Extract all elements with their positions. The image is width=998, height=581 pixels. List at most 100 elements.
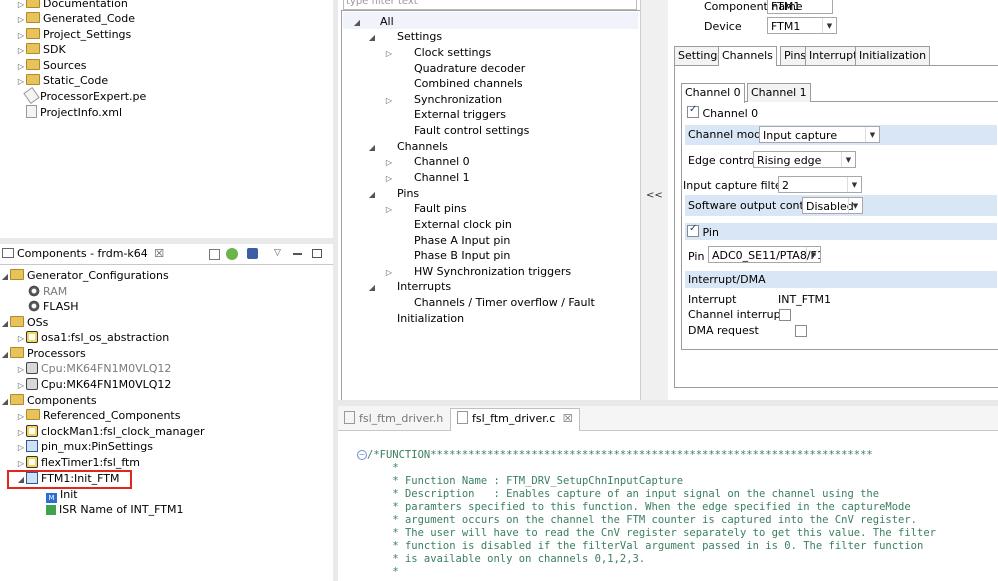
expand-arrow-icon[interactable]: ▷: [16, 362, 26, 377]
tree-item-sdk[interactable]: ▷ SDK: [16, 42, 66, 57]
tree-node-all[interactable]: ◢ All: [352, 14, 394, 29]
editor-tab-h[interactable]: fsl_ftm_driver.h: [344, 410, 443, 428]
expand-arrow-icon[interactable]: ▷: [384, 46, 394, 61]
channel-interrupt-checkbox[interactable]: [779, 309, 791, 321]
code-line[interactable]: * Function Name : FTM_DRV_SetupChnInputC…: [386, 475, 683, 488]
tree-node-phase-a-input-pin[interactable]: Phase A Input pin: [414, 233, 510, 248]
collapse-button[interactable]: <<: [646, 190, 663, 201]
tree-node-phase-b-input-pin[interactable]: Phase B Input pin: [414, 248, 510, 263]
tree-node-interrupts[interactable]: ◢ Interrupts: [367, 279, 451, 294]
code-line[interactable]: * Description : Enables capture of an in…: [386, 488, 879, 501]
tab-channel-0[interactable]: Channel 0: [681, 83, 745, 103]
pin-select[interactable]: ADC0_SE11/PTA8/F1 ▼: [708, 246, 821, 263]
expand-arrow-icon[interactable]: ◢: [0, 394, 10, 409]
tree-item-processors[interactable]: ◢ Processors: [0, 346, 86, 361]
expand-arrow-icon[interactable]: ◢: [367, 30, 377, 45]
input-capture-filter-select[interactable]: 2 ▼: [778, 176, 862, 193]
settings-view-icon[interactable]: [247, 248, 258, 259]
edge-control-select[interactable]: Rising edge ▼: [753, 151, 856, 168]
tree-item-sources[interactable]: ▷ Sources: [16, 58, 87, 73]
expand-arrow-icon[interactable]: ▷: [16, 12, 26, 27]
expand-arrow-icon[interactable]: ▷: [384, 171, 394, 186]
tree-node-channels-timer-overflow-fault[interactable]: Channels / Timer overflow / Fault: [414, 295, 595, 310]
code-line[interactable]: /*FUNCTION******************************…: [367, 449, 873, 462]
chevron-down-icon[interactable]: ▼: [806, 247, 820, 262]
tree-node-hw-sync-triggers[interactable]: ▷ HW Synchronization triggers: [384, 264, 571, 279]
channel0-checkbox[interactable]: [687, 104, 699, 118]
code-line[interactable]: * argument occurs on the channel the FTM…: [386, 514, 917, 527]
channel-mode-select[interactable]: Input capture ▼: [759, 126, 880, 143]
tree-node-channel-0[interactable]: ▷ Channel 0: [384, 154, 470, 169]
code-line[interactable]: * function is disabled if the filterVal …: [386, 540, 923, 553]
tree-item-osa1[interactable]: ▷ osa1:fsl_os_abstraction: [16, 330, 169, 345]
chevron-down-icon[interactable]: ▼: [841, 152, 855, 167]
tree-item-oss[interactable]: ◢ OSs: [0, 315, 48, 330]
expand-arrow-icon[interactable]: ▷: [16, 409, 26, 424]
pin-checkbox[interactable]: [687, 223, 699, 237]
tree-item-generator-configurations[interactable]: ◢ Generator_Configurations: [0, 268, 169, 283]
pin-checkbox-wrapper[interactable]: Pin: [687, 223, 719, 239]
tree-item-cpu-1[interactable]: ▷ Cpu:MK64FN1M0VLQ12: [16, 361, 171, 376]
tree-node-synchronization[interactable]: ▷ Synchronization: [384, 92, 502, 107]
expand-arrow-icon[interactable]: ▷: [16, 59, 26, 74]
view-menu-icon[interactable]: ▽: [274, 248, 281, 258]
chevron-down-icon[interactable]: ▼: [847, 177, 861, 192]
expand-arrow-icon[interactable]: ▷: [384, 155, 394, 170]
expand-arrow-icon[interactable]: ▷: [16, 425, 26, 440]
expand-arrow-icon[interactable]: ▷: [384, 202, 394, 217]
channel0-checkbox-row[interactable]: Channel 0: [687, 104, 758, 120]
fold-toggle-icon[interactable]: −: [357, 450, 367, 460]
tree-node-fault-pins[interactable]: ▷ Fault pins: [384, 201, 467, 216]
expand-arrow-icon[interactable]: ▷: [16, 440, 26, 455]
software-output-control-select[interactable]: Disabled ▼: [802, 197, 863, 214]
tree-node-fault-control-settings[interactable]: Fault control settings: [414, 123, 529, 138]
expand-arrow-icon[interactable]: ▷: [16, 331, 26, 346]
expand-arrow-icon[interactable]: ▷: [16, 28, 26, 43]
tree-node-pins[interactable]: ◢ Pins: [367, 186, 419, 201]
expand-arrow-icon[interactable]: ◢: [352, 15, 362, 30]
tree-item-ram[interactable]: RAM: [28, 284, 67, 299]
code-line[interactable]: * paramters specified to this function. …: [386, 501, 910, 514]
tree-node-external-triggers[interactable]: External triggers: [414, 107, 506, 122]
collapse-all-icon[interactable]: [209, 249, 220, 260]
chevron-down-icon[interactable]: ▼: [822, 18, 836, 33]
tree-item-projectinfo-xml[interactable]: ProjectInfo.xml: [26, 105, 122, 120]
expand-arrow-icon[interactable]: ◢: [367, 140, 377, 155]
expand-arrow-icon[interactable]: ▷: [16, 74, 26, 89]
code-line[interactable]: *: [386, 566, 398, 579]
tree-node-channel-1[interactable]: ▷ Channel 1: [384, 170, 470, 185]
dma-request-checkbox[interactable]: [794, 325, 807, 337]
tree-item-generated-code[interactable]: ▷ Generated_Code: [16, 11, 135, 26]
tree-item-cpu-2[interactable]: ▷ Cpu:MK64FN1M0VLQ12: [16, 377, 171, 392]
tree-item-processorexpert-pe[interactable]: ProcessorExpert.pe: [23, 87, 146, 104]
tab-channel-1[interactable]: Channel 1: [747, 83, 811, 102]
device-select[interactable]: FTM1 ▼: [767, 17, 837, 34]
code-line[interactable]: * The user will have to read the CnV reg…: [386, 527, 936, 540]
tree-node-initialization[interactable]: Initialization: [397, 311, 464, 326]
tree-node-clock-settings[interactable]: ▷ Clock settings: [384, 45, 491, 60]
tab-channels[interactable]: Channels: [718, 46, 777, 66]
expand-arrow-icon[interactable]: ▷: [384, 265, 394, 280]
tree-item-components[interactable]: ◢ Components: [0, 393, 97, 408]
expand-arrow-icon[interactable]: ▷: [16, 456, 26, 471]
expand-arrow-icon[interactable]: ▷: [384, 93, 394, 108]
pin-row[interactable]: Pin: [685, 223, 997, 240]
components-tab[interactable]: Components - frdm-k64 ☒: [0, 244, 164, 264]
tree-item-isr-name[interactable]: ISR Name of INT_FTM1: [46, 502, 183, 517]
tab-initialization[interactable]: Initialization: [855, 46, 931, 65]
filter-input[interactable]: type filter text: [343, 0, 637, 10]
tree-item-clockman1[interactable]: ▷ clockMan1:fsl_clock_manager: [16, 424, 205, 439]
expand-arrow-icon[interactable]: ◢: [367, 280, 377, 295]
expand-arrow-icon[interactable]: ▷: [16, 378, 26, 393]
tree-item-pin-mux[interactable]: ▷ pin_mux:PinSettings: [16, 439, 153, 454]
code-line[interactable]: * is available only on channels 0,1,2,3.: [386, 553, 645, 566]
minimize-icon[interactable]: [293, 253, 302, 255]
code-line[interactable]: *: [386, 462, 398, 475]
editor-tab-c[interactable]: fsl_ftm_driver.c ☒: [450, 408, 580, 431]
tree-item-static-code[interactable]: ▷ Static_Code: [16, 73, 108, 88]
component-name-field[interactable]: FTM1: [767, 0, 833, 14]
tree-node-settings[interactable]: ◢ Settings: [367, 29, 442, 44]
expand-arrow-icon[interactable]: ◢: [0, 347, 10, 362]
expand-arrow-icon[interactable]: ◢: [367, 187, 377, 202]
tree-item-project-settings[interactable]: ▷ Project_Settings: [16, 27, 131, 42]
